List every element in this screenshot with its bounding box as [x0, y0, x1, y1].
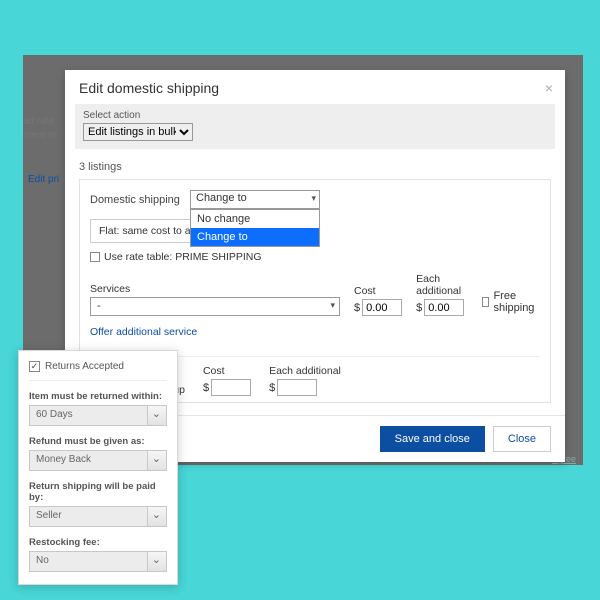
restocking-fee-label: Restocking fee: [29, 537, 167, 548]
listing-count: 3 listings [79, 161, 551, 173]
close-icon[interactable]: × [545, 80, 553, 96]
pickup-each-additional-input[interactable] [277, 379, 317, 396]
action-bar: Select action Edit listings in bulk [75, 104, 555, 149]
pickup-each-additional-label: Each additional [269, 365, 341, 377]
free-shipping-label: Free shipping [493, 290, 540, 314]
refund-as-select[interactable]: Money Back [29, 450, 167, 471]
return-shipping-paid-label: Return shipping will be paid by: [29, 481, 167, 503]
returns-accepted-label: Returns Accepted [45, 361, 124, 372]
currency-symbol: $ [416, 302, 422, 314]
pickup-cost-input[interactable] [211, 379, 251, 396]
restocking-fee-select[interactable]: No [29, 551, 167, 572]
currency-symbol: $ [354, 302, 360, 314]
backdrop-edit-link[interactable]: Edit pri [28, 174, 59, 185]
dropdown-option-change-to[interactable]: Change to [191, 228, 319, 246]
services-select[interactable]: - [90, 297, 340, 316]
domestic-shipping-select[interactable]: Change to [190, 190, 320, 209]
offer-additional-service-link[interactable]: Offer additional service [90, 326, 197, 338]
refund-as-label: Refund must be given as: [29, 436, 167, 447]
domestic-shipping-dropdown: No change Change to [190, 209, 320, 247]
action-select[interactable]: Edit listings in bulk [83, 123, 193, 141]
each-additional-label: Each additional [416, 273, 468, 297]
rate-table-checkbox[interactable] [90, 252, 100, 262]
domestic-shipping-label: Domestic shipping [90, 194, 182, 206]
cost-label: Cost [354, 285, 402, 297]
return-within-label: Item must be returned within: [29, 391, 167, 402]
free-shipping-checkbox[interactable] [482, 297, 490, 307]
modal-title: Edit domestic shipping [79, 80, 551, 96]
action-label: Select action [83, 110, 547, 121]
close-button[interactable]: Close [493, 426, 551, 452]
returns-accepted-checkbox[interactable]: ✓ [29, 361, 40, 372]
returns-panel: ✓ Returns Accepted Item must be returned… [18, 350, 178, 585]
dropdown-option-no-change[interactable]: No change [191, 210, 319, 228]
services-label: Services [90, 283, 340, 295]
return-within-select[interactable]: 60 Days [29, 405, 167, 426]
rate-table-label: Use rate table: PRIME SHIPPING [104, 251, 262, 263]
pickup-cost-label: Cost [203, 365, 251, 377]
currency-symbol: $ [269, 382, 275, 394]
save-and-close-button[interactable]: Save and close [380, 426, 485, 452]
cost-input[interactable] [362, 299, 402, 316]
each-additional-input[interactable] [424, 299, 464, 316]
backdrop-text: ad rate ment re [23, 115, 63, 143]
return-shipping-paid-select[interactable]: Seller [29, 506, 167, 527]
currency-symbol: $ [203, 382, 209, 394]
